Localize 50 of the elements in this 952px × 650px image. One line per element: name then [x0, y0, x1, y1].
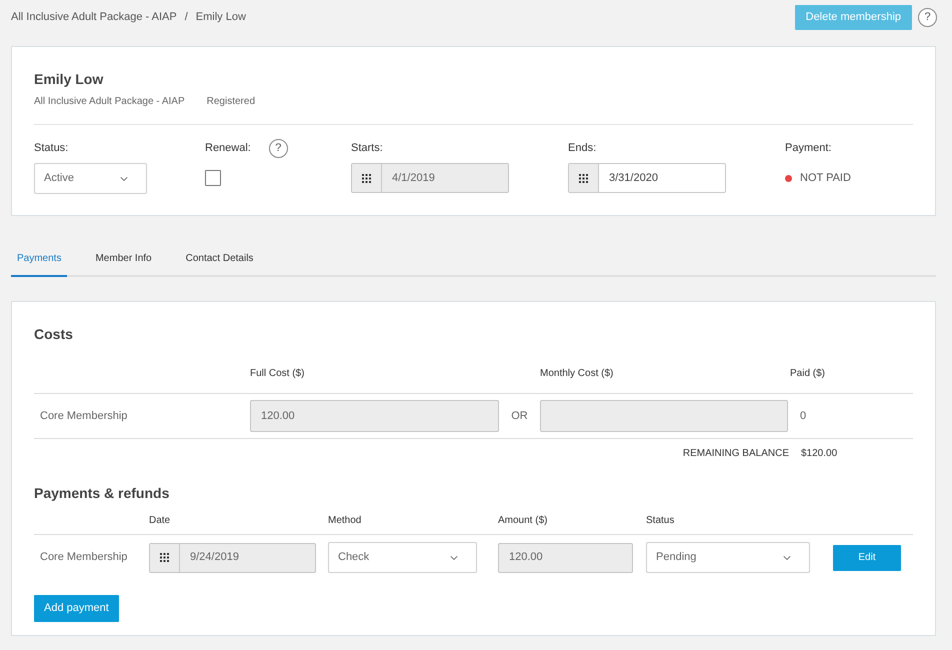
tab[interactable]: Member Info — [89, 242, 158, 277]
select-field[interactable]: Check — [328, 542, 477, 573]
breadcrumb-current: Emily Low — [196, 10, 246, 26]
field-label: Payment: — [785, 141, 832, 156]
column-header: Full Cost ($) — [250, 367, 306, 381]
select-value: Pending — [656, 550, 696, 566]
column-header: Date — [149, 514, 172, 528]
grid-icon — [579, 174, 588, 182]
breadcrumb-link[interactable]: All Inclusive Adult Package - AIAP — [11, 9, 177, 26]
select-field[interactable]: Active — [34, 163, 147, 194]
input-value: 120.00 — [261, 408, 295, 424]
date-value: 3/31/2020 — [608, 170, 658, 186]
row-label: Core Membership — [39, 550, 128, 566]
help-button[interactable]: ? — [918, 8, 937, 27]
date-value: 9/24/2019 — [189, 550, 239, 566]
date-value: 4/1/2019 — [391, 170, 435, 186]
remaining-balance-label: REMAINING BALANCE — [682, 446, 789, 460]
tab[interactable]: Payments — [11, 242, 68, 277]
column-header: Paid ($) — [790, 367, 826, 381]
member-name: Emily Low — [34, 70, 104, 89]
section-title: Costs — [34, 325, 73, 344]
grid-icon — [160, 553, 169, 562]
section-title: Payments & refunds — [34, 484, 170, 503]
column-header: Monthly Cost ($) — [540, 367, 614, 381]
tab[interactable]: Contact Details — [180, 242, 260, 277]
edit-button[interactable]: Edit — [833, 544, 901, 570]
input-value: 120.00 — [509, 550, 543, 566]
column-header: Method — [328, 514, 362, 528]
column-header: Status — [646, 514, 674, 528]
remaining-balance-value: $120.00 — [800, 446, 838, 460]
add-payment-button[interactable]: Add payment — [34, 595, 119, 622]
renewal-checkbox[interactable] — [205, 170, 221, 186]
paid-amount: 0 — [799, 408, 806, 424]
select-field[interactable]: Pending — [646, 542, 810, 573]
field-label: Starts: — [351, 141, 383, 156]
row-label: Core Membership — [39, 408, 128, 424]
registration-status: Registered — [206, 95, 255, 109]
field-label: Renewal: — [205, 141, 251, 156]
package-name: All Inclusive Adult Package - AIAP — [34, 95, 185, 109]
field-label: Ends: — [568, 141, 596, 156]
grid-icon — [362, 174, 371, 182]
select-value: Active — [44, 171, 74, 186]
or-label: OR — [510, 408, 529, 424]
field-label: Status: — [34, 141, 68, 156]
payment-status: NOT PAID — [800, 170, 851, 186]
select-value: Check — [338, 550, 370, 566]
date-field[interactable]: 3/31/2020 — [568, 163, 726, 193]
help-button[interactable]: ? — [268, 139, 288, 158]
column-header: Amount ($) — [498, 514, 548, 528]
breadcrumb-separator: / — [184, 10, 188, 26]
